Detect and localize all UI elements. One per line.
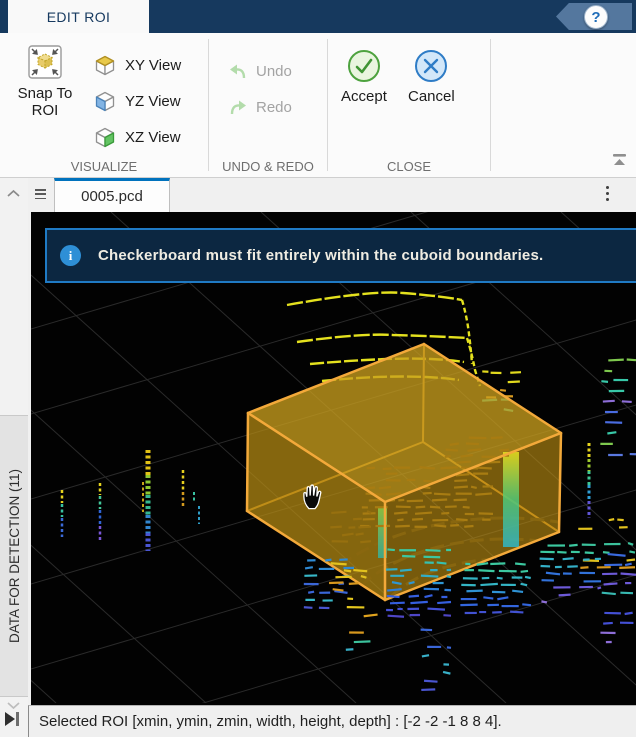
xy-view-button[interactable]: XY View bbox=[94, 47, 181, 83]
accept-button[interactable]: Accept bbox=[341, 49, 387, 105]
cancel-button[interactable]: Cancel bbox=[408, 49, 455, 105]
xy-view-cube-icon bbox=[94, 54, 116, 76]
data-for-detection-label: DATA FOR DETECTION (11) bbox=[7, 469, 22, 643]
status-bar: Selected ROI [xmin, ymin, zmin, width, h… bbox=[28, 705, 636, 737]
tab-options-icon[interactable] bbox=[606, 186, 609, 204]
expand-panel-icon[interactable] bbox=[4, 711, 21, 732]
point-cloud-viewport[interactable]: i Checkerboard must fit entirely within … bbox=[31, 212, 636, 705]
yz-view-button[interactable]: YZ View bbox=[94, 83, 181, 119]
info-icon: i bbox=[60, 245, 81, 266]
ribbon-divider bbox=[327, 39, 328, 171]
ribbon: Snap To ROI XY View YZ View bbox=[0, 33, 636, 178]
help-icon[interactable]: ? bbox=[584, 5, 608, 29]
snap-to-roi-label-1: Snap To bbox=[18, 85, 73, 102]
main-area: 0005.pcd bbox=[28, 178, 636, 737]
section-label-visualize: VISUALIZE bbox=[39, 159, 169, 174]
app-window: EDIT ROI ? Snap To ROI bbox=[0, 0, 636, 737]
doc-tab-0005-pcd[interactable]: 0005.pcd bbox=[54, 178, 170, 212]
ribbon-divider bbox=[490, 39, 491, 171]
snap-to-roi-label-2: ROI bbox=[32, 102, 59, 119]
cancel-label: Cancel bbox=[408, 88, 455, 105]
undo-icon bbox=[228, 63, 248, 80]
undo-label: Undo bbox=[256, 63, 292, 80]
left-panel-rail: DATA FOR DETECTION (11) bbox=[0, 178, 28, 737]
selected-roi-status-text: Selected ROI [xmin, ymin, zmin, width, h… bbox=[39, 713, 502, 730]
cancel-x-icon bbox=[414, 49, 448, 83]
snap-to-roi-icon bbox=[28, 45, 62, 79]
accept-label: Accept bbox=[341, 88, 387, 105]
section-label-close: CLOSE bbox=[368, 159, 450, 174]
document-tab-bar: 0005.pcd bbox=[28, 178, 636, 212]
redo-label: Redo bbox=[256, 99, 292, 116]
xz-view-cube-icon bbox=[94, 126, 116, 148]
info-banner-text: Checkerboard must fit entirely within th… bbox=[98, 247, 543, 264]
section-label-undo-redo: UNDO & REDO bbox=[209, 159, 327, 174]
point-cloud-scene[interactable] bbox=[31, 212, 636, 703]
info-banner: i Checkerboard must fit entirely within … bbox=[45, 228, 636, 283]
yz-view-cube-icon bbox=[94, 90, 116, 112]
tab-edit-roi[interactable]: EDIT ROI bbox=[8, 0, 149, 33]
data-for-detection-tab[interactable]: DATA FOR DETECTION (11) bbox=[0, 415, 28, 697]
xz-view-label: XZ View bbox=[125, 129, 181, 146]
redo-icon bbox=[228, 99, 248, 116]
tab-list-menu-icon[interactable] bbox=[35, 189, 48, 201]
snap-to-roi-button[interactable]: Snap To ROI bbox=[8, 45, 82, 119]
xz-view-button[interactable]: XZ View bbox=[94, 119, 181, 155]
toolstrip-tab-bar: EDIT ROI ? bbox=[0, 0, 636, 33]
ribbon-divider bbox=[208, 39, 209, 171]
chevron-up-icon[interactable] bbox=[6, 185, 21, 203]
yz-view-label: YZ View bbox=[125, 93, 181, 110]
undo-button[interactable]: Undo bbox=[228, 55, 292, 87]
accept-check-icon bbox=[347, 49, 381, 83]
minimize-toolstrip-button[interactable] bbox=[611, 151, 631, 171]
xy-view-label: XY View bbox=[125, 57, 181, 74]
redo-button[interactable]: Redo bbox=[228, 91, 292, 123]
